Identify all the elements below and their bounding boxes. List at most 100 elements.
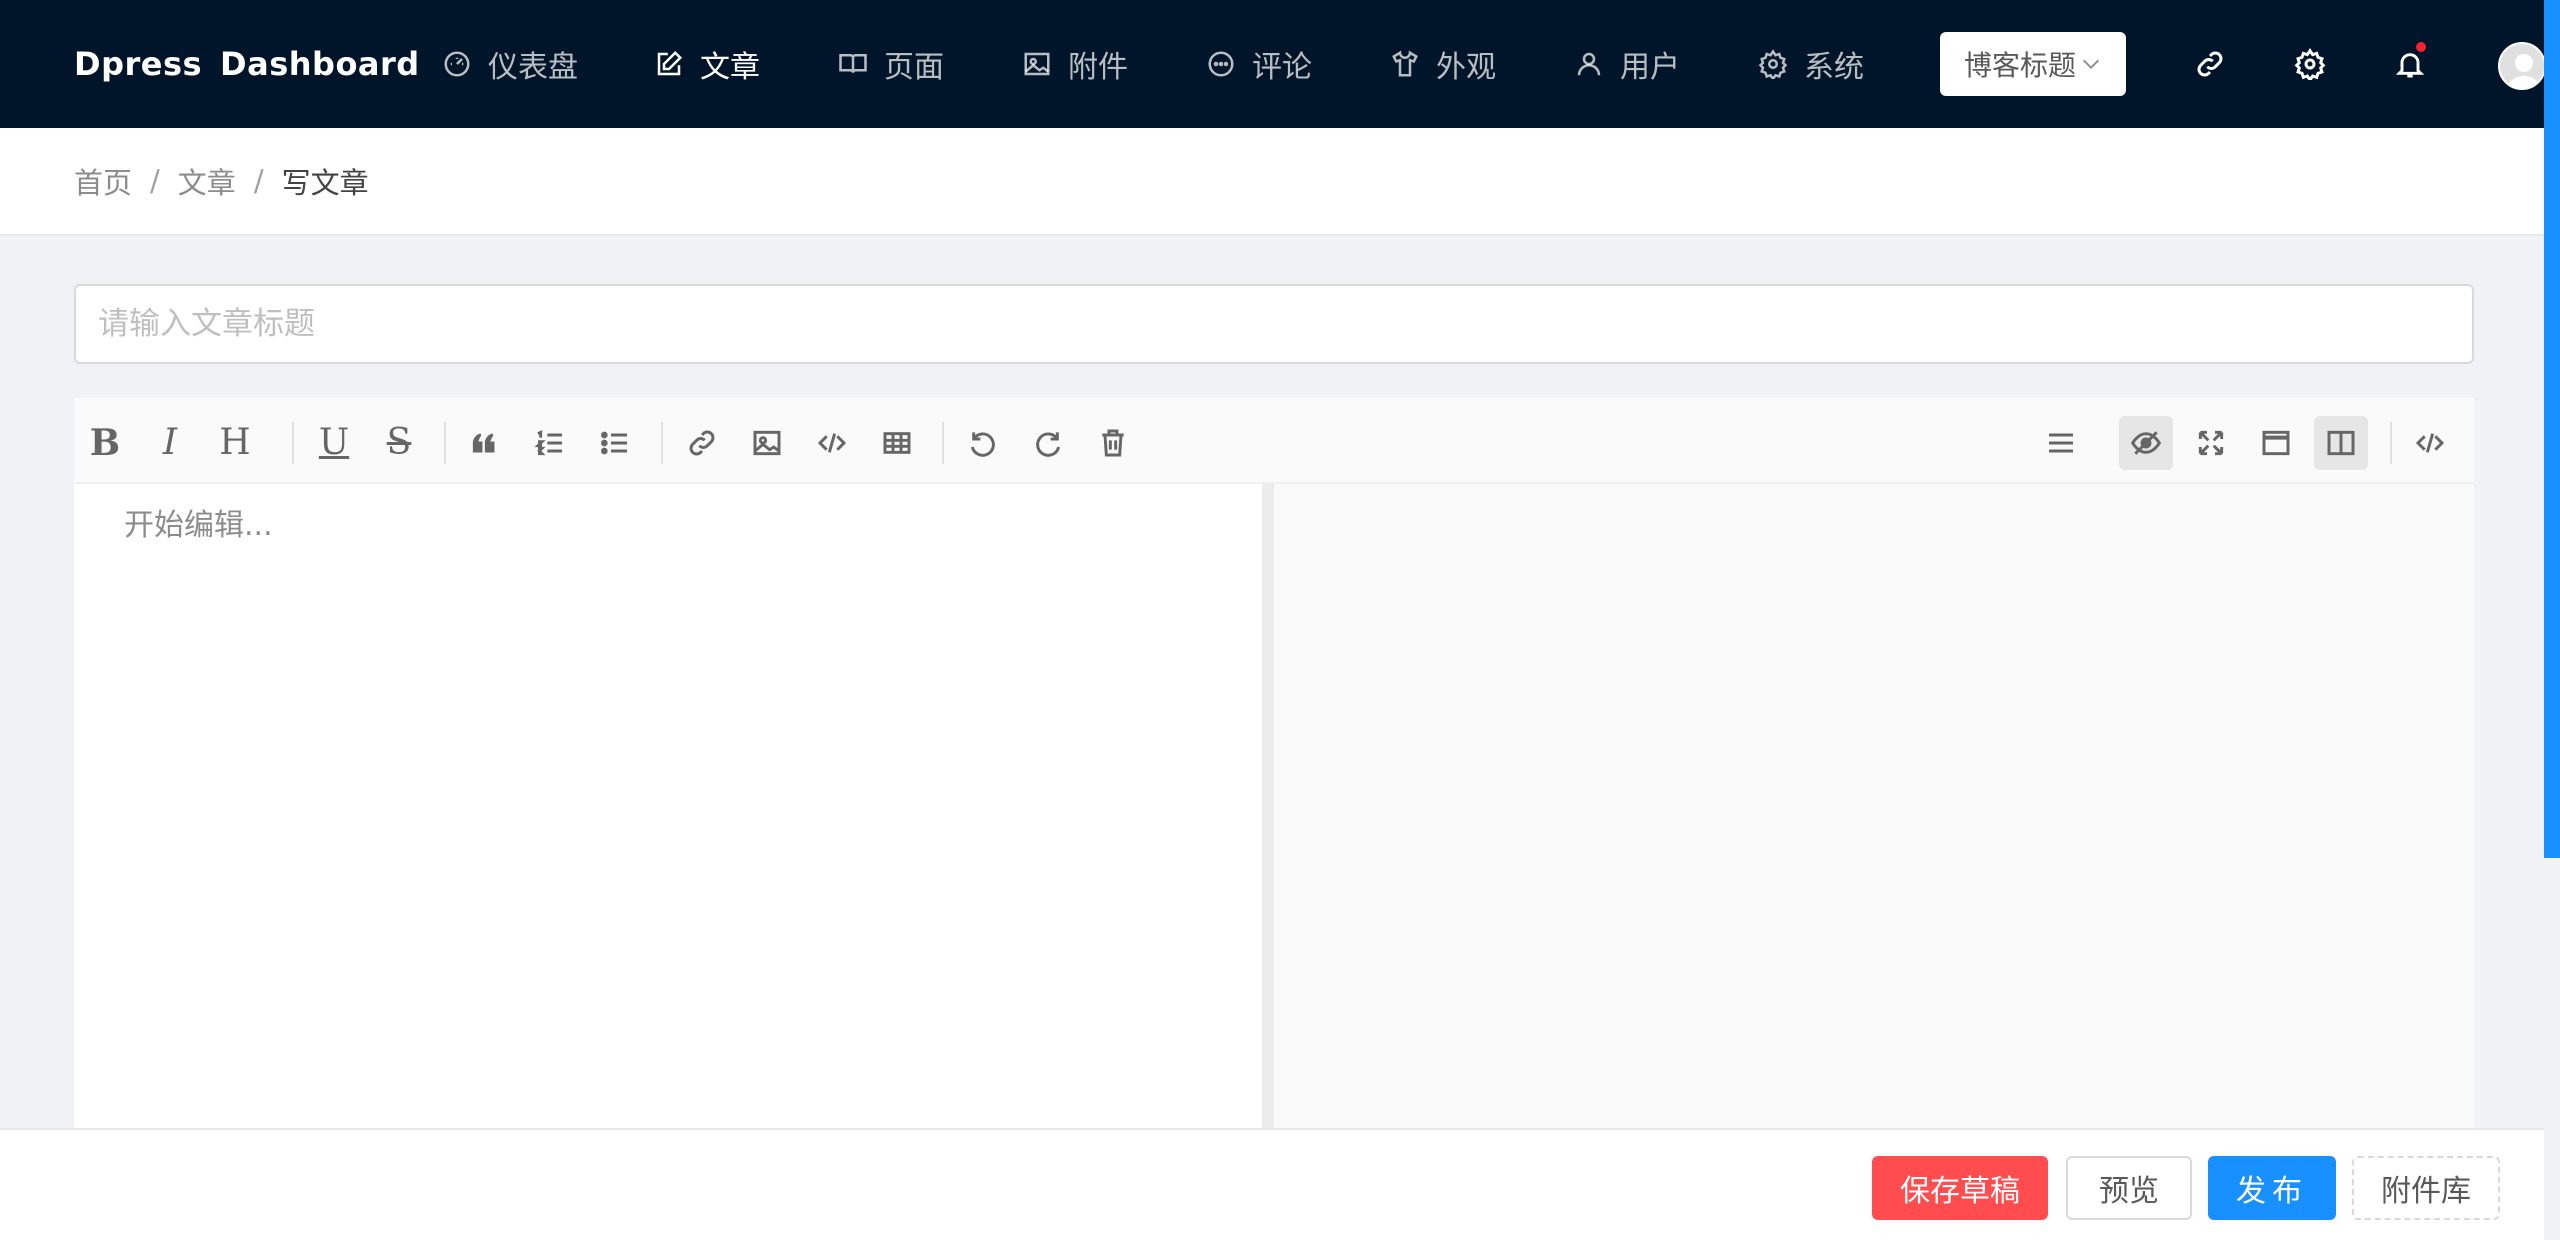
breadcrumb: 首页 / 文章 / 写文章 (0, 128, 2544, 236)
markdown-editor: B I H U S (74, 398, 2474, 1128)
preview-pane (1274, 484, 2474, 1128)
code-icon (2415, 433, 2445, 453)
link-insert-button[interactable] (675, 416, 729, 470)
nav-item-system[interactable]: 系统 (1758, 0, 1864, 128)
html-code-button[interactable] (2403, 416, 2457, 470)
redo-icon (1036, 432, 1061, 457)
ordered-list-icon (534, 429, 562, 456)
fullscreen-button[interactable] (2184, 416, 2238, 470)
nav-item-comments[interactable]: 评论 (1206, 0, 1312, 128)
link-button[interactable] (2190, 44, 2230, 84)
nav-label: 附件 (1068, 50, 1128, 85)
nav-label: 评论 (1252, 50, 1312, 85)
breadcrumb-home[interactable]: 首页 (74, 160, 132, 202)
notifications-button[interactable] (2390, 40, 2430, 84)
nav-label: 系统 (1804, 50, 1864, 85)
italic-button[interactable]: I (143, 416, 197, 470)
redo-button[interactable] (1021, 416, 1075, 470)
content-textarea[interactable] (74, 484, 1262, 1128)
action-bar: 保存草稿 预览 发布 附件库 (0, 1128, 2544, 1240)
toolbar-divider (661, 422, 663, 464)
heading-button[interactable]: H (208, 416, 262, 470)
nav-item-pages[interactable]: 页面 (838, 0, 944, 128)
gear-icon (1758, 49, 1788, 79)
unordered-list-icon (600, 431, 627, 455)
clear-button[interactable] (1086, 416, 1140, 470)
breadcrumb-separator: / (253, 164, 264, 198)
italic-icon: I (162, 422, 178, 463)
nav-label: 仪表盘 (488, 50, 578, 85)
strikethrough-icon: S (386, 422, 412, 463)
attachment-library-button[interactable]: 附件库 (2352, 1156, 2500, 1220)
nav-item-posts[interactable]: 文章 (654, 0, 760, 128)
save-draft-button[interactable]: 保存草稿 (1872, 1156, 2048, 1220)
menu-icon (2049, 433, 2073, 453)
nav-item-appearance[interactable]: 外观 (1390, 0, 1496, 128)
image-insert-button[interactable] (740, 416, 794, 470)
window-icon (2262, 430, 2290, 456)
chevron-down-icon (2083, 59, 2099, 69)
eye-off-icon (2130, 431, 2162, 455)
breadcrumb-current: 写文章 (281, 166, 369, 200)
image-icon (1024, 52, 1050, 76)
user-icon (1577, 52, 1601, 76)
settings-icon (2294, 48, 2326, 80)
table-icon (883, 432, 911, 454)
scrollbar[interactable] (2544, 0, 2560, 858)
bold-button[interactable]: B (78, 416, 132, 470)
undo-button[interactable] (956, 416, 1010, 470)
nav-item-dashboard[interactable]: 仪表盘 (442, 0, 578, 128)
split-view-button[interactable] (2314, 416, 2368, 470)
edit-icon (657, 50, 683, 76)
brand-logo[interactable]: Dpress Dashboard (74, 0, 420, 128)
fullscreen-icon (2198, 430, 2224, 456)
settings-button[interactable] (2290, 44, 2330, 84)
book-icon (839, 54, 867, 73)
quote-button[interactable] (458, 416, 512, 470)
shirt-icon (1392, 50, 1418, 77)
nav-label: 外观 (1436, 50, 1496, 85)
underline-icon: U (318, 422, 350, 463)
link-icon (2197, 51, 2223, 77)
nav-item-attachments[interactable]: 附件 (1022, 0, 1128, 128)
preview-toggle-button[interactable] (2119, 416, 2173, 470)
publish-button[interactable]: 发布 (2208, 1156, 2336, 1220)
brand-name: Dpress (74, 45, 203, 83)
avatar[interactable] (2498, 42, 2546, 90)
strikethrough-button[interactable]: S (372, 416, 426, 470)
notification-dot (2414, 40, 2428, 54)
nav-label: 页面 (884, 50, 944, 85)
columns-icon (2327, 430, 2355, 456)
nav-item-users[interactable]: 用户 (1574, 0, 1680, 128)
underline-button[interactable]: U (307, 416, 361, 470)
editor-toolbar: B I H U S (74, 398, 2474, 484)
toolbar-divider (2390, 422, 2392, 464)
brand-suffix: Dashboard (220, 45, 420, 83)
code-button[interactable] (805, 416, 859, 470)
breadcrumb-posts[interactable]: 文章 (178, 160, 236, 202)
top-navbar: Dpress Dashboard 仪表盘 文章 页面 附件 评论 外观 用户 系统… (0, 0, 2546, 128)
page-fullscreen-button[interactable] (2249, 416, 2303, 470)
avatar-icon (2500, 44, 2544, 88)
quote-icon (472, 433, 495, 453)
toolbar-divider (942, 422, 944, 464)
unordered-list-button[interactable] (588, 416, 642, 470)
comment-icon (1208, 51, 1234, 77)
editor-input-pane (74, 484, 1262, 1128)
dashboard-icon (444, 51, 470, 77)
table-button[interactable] (870, 416, 924, 470)
image-icon (753, 430, 781, 456)
nav-label: 文章 (700, 50, 760, 85)
bold-icon: B (89, 422, 121, 464)
post-title-input[interactable] (74, 284, 2474, 364)
blog-title-select[interactable]: 博客标题 (1940, 32, 2126, 96)
toc-button[interactable] (2034, 416, 2088, 470)
heading-icon: H (219, 422, 251, 463)
pane-divider[interactable] (1262, 484, 1274, 1128)
trash-icon (1102, 429, 1124, 457)
ordered-list-button[interactable] (523, 416, 577, 470)
undo-icon (970, 432, 995, 457)
breadcrumb-separator: / (150, 164, 160, 198)
toolbar-divider (292, 422, 294, 464)
preview-button[interactable]: 预览 (2066, 1156, 2192, 1220)
